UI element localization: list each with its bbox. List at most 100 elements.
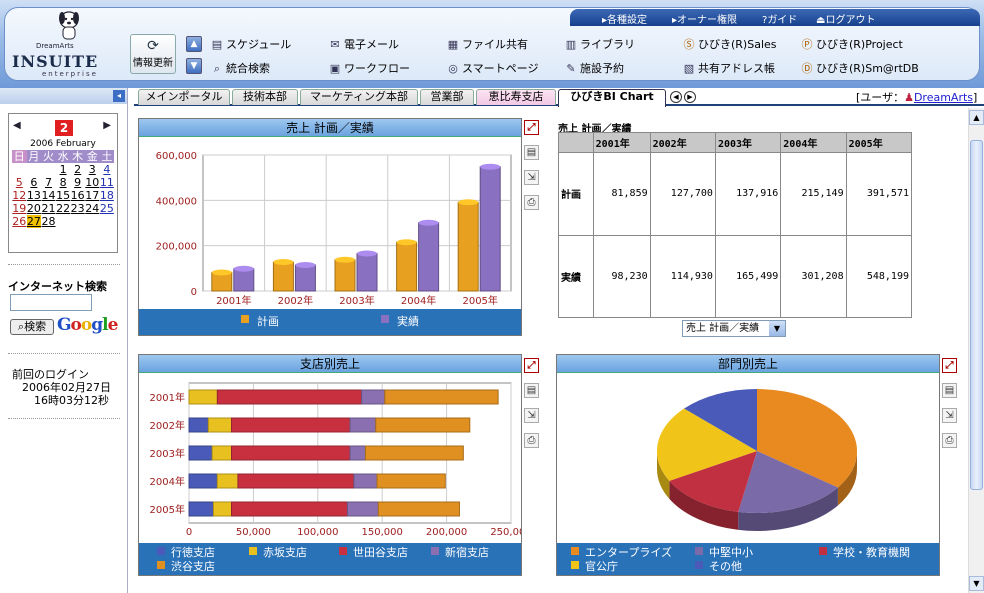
calendar-day-cell[interactable]: 14 bbox=[41, 189, 56, 202]
calendar-day-cell[interactable]: 18 bbox=[100, 189, 115, 202]
nav-email[interactable]: ✉ 電子メール bbox=[328, 36, 399, 52]
nav-hibiki-project[interactable]: Ⓟ ひびき(R)Project bbox=[800, 36, 903, 52]
search-icon: ⌕ bbox=[213, 62, 221, 75]
calendar-day-cell[interactable]: 16 bbox=[70, 189, 85, 202]
scroll-up-icon[interactable]: ▲ bbox=[969, 110, 984, 125]
print-icon[interactable]: ⎙ bbox=[942, 433, 957, 448]
calendar-day-cell[interactable]: 28 bbox=[41, 215, 56, 228]
calendar-day-cell[interactable]: 17 bbox=[85, 189, 100, 202]
calendar-day-cell[interactable]: 13 bbox=[27, 189, 42, 202]
settings-link[interactable]: ▸各種設定 bbox=[602, 11, 647, 26]
next-month-icon[interactable]: ▶ bbox=[103, 120, 111, 131]
table-column-header: 2002年 bbox=[649, 132, 716, 153]
tab-hibiki-bi-chart[interactable]: ひびきBI Chart bbox=[558, 89, 666, 107]
y-tick-label: 2002年 bbox=[150, 419, 185, 432]
calendar-day-cell[interactable]: 19 bbox=[12, 202, 27, 215]
refresh-button[interactable]: ⟳ 情報更新 bbox=[130, 34, 176, 74]
calendar-day-cell[interactable]: 12 bbox=[12, 189, 27, 202]
weekday-header: 月 bbox=[26, 149, 42, 163]
calendar-day-cell[interactable]: 10 bbox=[85, 176, 100, 189]
tab-sales-dept[interactable]: 営業部 bbox=[420, 89, 474, 105]
calendar-day-cell[interactable]: 23 bbox=[70, 202, 85, 215]
prev-month-icon[interactable]: ◀ bbox=[13, 120, 21, 131]
department-sales-panel: 部門別売上 エンタープライズ 中堅中小 学校・教育機関 官公庁 その他 bbox=[556, 354, 940, 576]
calendar-day-cell[interactable]: 21 bbox=[41, 202, 56, 215]
bar bbox=[479, 166, 501, 292]
scroll-down-icon[interactable]: ▼ bbox=[969, 576, 984, 591]
calendar-day-cell[interactable]: 20 bbox=[27, 202, 42, 215]
sales-icon: Ⓢ bbox=[683, 38, 695, 51]
calendar-day-cell[interactable]: 25 bbox=[100, 202, 115, 215]
calendar-day-cell bbox=[27, 163, 42, 176]
export-icon[interactable]: ⇲ bbox=[942, 408, 957, 423]
calendar-day-cell[interactable]: 2 bbox=[70, 163, 85, 176]
bar-segment bbox=[207, 417, 233, 433]
print-icon[interactable]: ⎙ bbox=[524, 433, 539, 448]
expand-icon[interactable]: ⤢ bbox=[524, 358, 539, 373]
weekday-header: 水 bbox=[55, 149, 71, 163]
y-tick-label: 2003年 bbox=[150, 447, 185, 460]
nav-workflow[interactable]: ▣ ワークフロー bbox=[328, 60, 410, 76]
expand-icon[interactable]: ⤢ bbox=[524, 120, 539, 135]
divider bbox=[8, 353, 120, 354]
table-view-icon[interactable]: ▤ bbox=[942, 383, 957, 398]
calendar-day-cell[interactable]: 22 bbox=[56, 202, 71, 215]
nav-smart-page[interactable]: ◎ スマートページ bbox=[446, 60, 538, 76]
calendar-day-cell[interactable]: 9 bbox=[70, 176, 85, 189]
nav-unified-search[interactable]: ⌕ 統合検索 bbox=[210, 60, 270, 76]
tab-marketing[interactable]: マーケティング本部 bbox=[300, 89, 418, 105]
nav-up-button[interactable]: ▲ bbox=[186, 36, 202, 52]
bar bbox=[233, 268, 255, 292]
nav-hibiki-sales[interactable]: Ⓢ ひびき(R)Sales bbox=[682, 36, 777, 52]
calendar-day-cell[interactable]: 6 bbox=[27, 176, 42, 189]
calendar-day-cell[interactable]: 27 bbox=[26, 215, 42, 228]
tab-ebisu-branch[interactable]: 恵比寿支店 bbox=[476, 89, 556, 105]
mini-calendar: ◀ 2 ▶ 2006 February 日 月 火 水 木 金 土 123456… bbox=[8, 113, 118, 253]
export-icon[interactable]: ⇲ bbox=[524, 408, 539, 423]
nav-library[interactable]: ▥ ライブラリ bbox=[564, 36, 635, 52]
bar-segment bbox=[364, 445, 464, 461]
internet-search-button[interactable]: ⌕検索 bbox=[10, 319, 54, 335]
calendar-day-cell[interactable]: 8 bbox=[56, 176, 71, 189]
nav-facility-booking[interactable]: ✎ 施設予約 bbox=[564, 60, 624, 76]
calendar-day-cell[interactable]: 24 bbox=[85, 202, 100, 215]
branch-sales-chart: 0 50,000 100,000 150,000 200,000 250,000 2001年… bbox=[150, 382, 532, 538]
user-name-link[interactable]: DreamArts bbox=[914, 91, 973, 104]
table-view-icon[interactable]: ▤ bbox=[524, 145, 539, 160]
nav-file-share[interactable]: ▦ ファイル共有 bbox=[446, 36, 528, 52]
owner-rights-link[interactable]: ▸オーナー権限 bbox=[672, 11, 737, 26]
chart-source-select[interactable]: 売上 計画／実績 ▼ bbox=[682, 320, 786, 337]
collapse-sidebar-icon[interactable]: ◂ bbox=[113, 90, 125, 102]
tab-main-portal[interactable]: メインポータル bbox=[138, 89, 230, 105]
calendar-day-cell[interactable]: 4 bbox=[100, 163, 115, 176]
bar-cap bbox=[273, 259, 294, 266]
logout-link[interactable]: ⏏ログアウト bbox=[816, 11, 875, 26]
calendar-day-cell[interactable]: 1 bbox=[56, 163, 71, 176]
internet-search-title: インターネット検索 bbox=[8, 280, 107, 293]
calendar-day-cell[interactable]: 11 bbox=[100, 176, 115, 189]
tab-scroll-right-icon[interactable]: ▶ bbox=[684, 91, 696, 103]
guide-link[interactable]: ?ガイド bbox=[762, 11, 797, 26]
y-tick-label: 2005年 bbox=[150, 503, 185, 516]
nav-schedule[interactable]: ▤ スケジュール bbox=[210, 36, 291, 52]
scroll-thumb[interactable] bbox=[970, 140, 983, 490]
nav-address-book[interactable]: ▧ 共有アドレス帳 bbox=[682, 60, 775, 76]
print-icon[interactable]: ⎙ bbox=[524, 195, 539, 210]
calendar-day-cell[interactable]: 7 bbox=[41, 176, 56, 189]
expand-icon[interactable]: ⤢ bbox=[942, 358, 957, 373]
nav-hibiki-smartdb[interactable]: Ⓓ ひびき(R)Sm@rtDB bbox=[800, 60, 919, 76]
calendar-day-cell[interactable]: 3 bbox=[85, 163, 100, 176]
calendar-day-cell[interactable]: 26 bbox=[12, 215, 27, 228]
nav-down-button[interactable]: ▼ bbox=[186, 58, 202, 74]
calendar-day-cell[interactable]: 15 bbox=[56, 189, 71, 202]
calendar-day-cell bbox=[41, 163, 56, 176]
vertical-scrollbar[interactable]: ▲ ▼ bbox=[968, 108, 984, 593]
tab-engineering[interactable]: 技術本部 bbox=[232, 89, 298, 105]
tab-scroll-left-icon[interactable]: ◀ bbox=[670, 91, 682, 103]
internet-search-input[interactable] bbox=[10, 294, 92, 311]
table-view-icon[interactable]: ▤ bbox=[524, 383, 539, 398]
calendar-day-cell[interactable]: 5 bbox=[12, 176, 27, 189]
insuite-logo[interactable]: DreamArts INSUITE enterprise bbox=[8, 8, 118, 78]
export-icon[interactable]: ⇲ bbox=[524, 170, 539, 185]
bar-cap bbox=[295, 261, 316, 268]
